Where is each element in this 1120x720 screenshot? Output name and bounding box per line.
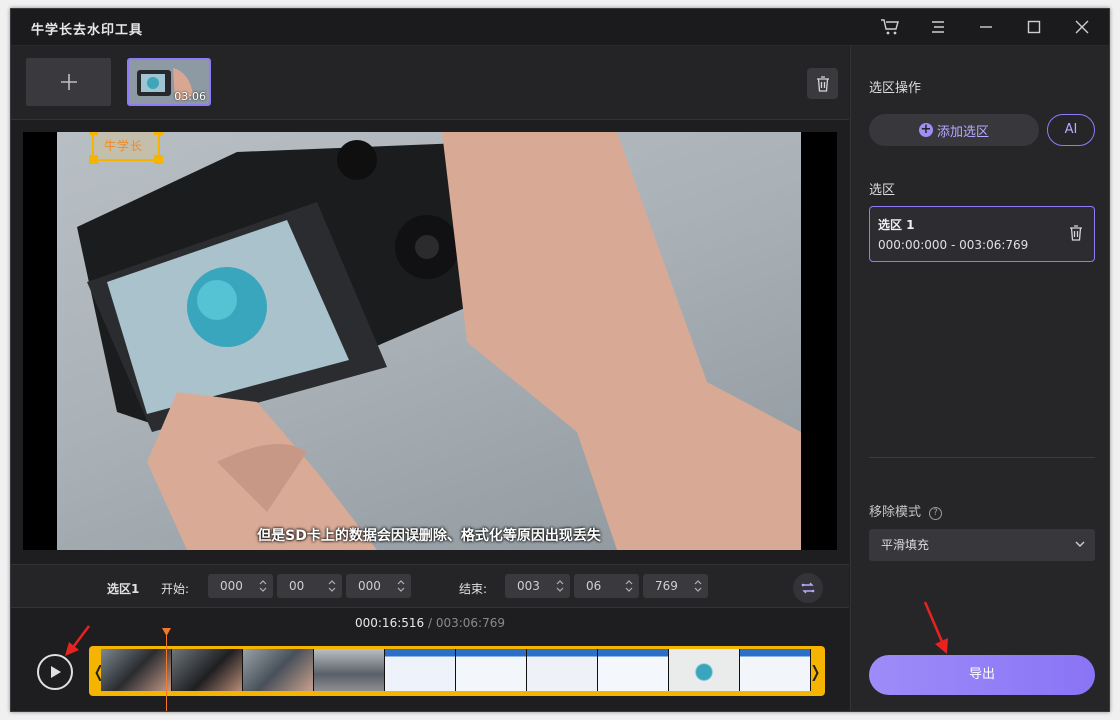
time-readout: 000:16:516 / 003:06:769 (11, 616, 849, 630)
frame-thumbnail (385, 649, 456, 691)
side-panel: 选区操作 + 添加选区 AI 选区 选区 1 000:00:000 - 003:… (850, 46, 1109, 711)
frame-thumbnail (243, 649, 314, 691)
annotation-arrow-icon (65, 625, 90, 656)
play-icon (51, 666, 61, 678)
trash-icon (816, 75, 829, 92)
spinner-arrows-icon (694, 580, 702, 592)
add-media-button[interactable] (26, 58, 111, 106)
end-minutes-value: 003 (517, 579, 540, 593)
spinner-arrows-icon (328, 580, 336, 592)
selection-item-range: 000:00:000 - 003:06:769 (878, 238, 1029, 252)
resize-handle-top-left[interactable] (89, 132, 98, 135)
resize-handle-bottom-left[interactable] (89, 155, 98, 164)
start-ms-spinner[interactable]: 000 (346, 574, 411, 598)
frame-thumbnail (456, 649, 527, 691)
removal-mode-select[interactable]: 平滑填充 (869, 529, 1095, 561)
removal-mode-label: 移除模式 (869, 505, 922, 520)
time-separator: / (424, 616, 436, 630)
frame-thumbnail (314, 649, 385, 691)
total-time: 003:06:769 (435, 616, 505, 630)
add-circle-icon: + (918, 122, 933, 137)
swap-range-button[interactable] (793, 573, 823, 603)
end-seconds-value: 06 (586, 579, 602, 593)
frame-thumbnail (172, 649, 243, 691)
start-label: 开始: (161, 582, 190, 596)
swap-icon (801, 582, 815, 594)
add-selection-button[interactable]: + 添加选区 (869, 114, 1039, 146)
start-seconds-spinner[interactable]: 00 (277, 574, 342, 598)
frame-thumbnail (669, 649, 740, 691)
end-ms-spinner[interactable]: 769 (643, 574, 708, 598)
start-minutes-value: 000 (220, 579, 243, 593)
end-minutes-spinner[interactable]: 003 (505, 574, 570, 598)
end-seconds-spinner[interactable]: 06 (574, 574, 639, 598)
add-selection-label: 添加选区 (936, 124, 989, 140)
watermark-selection-box[interactable]: 牛学长 (89, 132, 163, 164)
selection-name: 选区1 (107, 582, 140, 596)
end-label: 结束: (459, 582, 488, 596)
play-button[interactable] (37, 654, 73, 690)
resize-handle-bottom-right[interactable] (154, 155, 163, 164)
cart-icon[interactable] (876, 15, 904, 39)
removal-mode-row: 移除模式? (869, 501, 943, 520)
selection-ops-title: 选区操作 (869, 81, 922, 96)
chevron-down-icon (1075, 541, 1085, 547)
annotation-arrow-icon (923, 601, 948, 654)
playhead-handle[interactable] (162, 628, 171, 636)
delete-media-button[interactable] (807, 68, 838, 99)
selection-item-name: 选区 1 (878, 218, 915, 232)
clip-duration: 03:06 (174, 90, 206, 103)
selection-item[interactable]: 选区 1 000:00:000 - 003:06:769 (869, 206, 1095, 262)
help-icon[interactable]: ? (929, 507, 943, 520)
app-window: 牛学长去水印工具 03:06 牛学长 但是SD卡上的数据会因误删除、格式化等原因… (10, 8, 1110, 712)
minimize-icon[interactable] (972, 15, 1000, 39)
menu-icon[interactable] (924, 15, 952, 39)
close-icon[interactable] (1068, 15, 1096, 39)
frame-thumbnail (598, 649, 669, 691)
plus-icon (60, 74, 77, 90)
title-bar: 牛学长去水印工具 (11, 9, 1109, 46)
removal-mode-value: 平滑填充 (881, 538, 930, 552)
spinner-arrows-icon (625, 580, 633, 592)
video-frame: 牛学长 但是SD卡上的数据会因误删除、格式化等原因出现丢失 (57, 132, 801, 550)
trash-icon[interactable] (1068, 224, 1084, 242)
video-preview[interactable]: 牛学长 但是SD卡上的数据会因误删除、格式化等原因出现丢失 (23, 132, 837, 550)
playhead[interactable] (166, 628, 167, 711)
selection-time-row: 选区1 开始: 000 00 000 结束: 003 06 769 (11, 564, 849, 608)
spinner-arrows-icon (259, 580, 267, 592)
media-thumbnail[interactable]: 03:06 (127, 58, 211, 106)
timeline: 000:16:516 / 003:06:769 ❬ ❭ (11, 608, 849, 711)
export-button[interactable]: 导出 (869, 655, 1095, 695)
frame-thumbnail (740, 649, 811, 691)
timeline-track[interactable]: ❬ ❭ (89, 646, 825, 696)
panel-divider (869, 457, 1095, 458)
resize-handle-top-right[interactable] (154, 132, 163, 135)
start-minutes-spinner[interactable]: 000 (208, 574, 273, 598)
start-seconds-value: 00 (289, 579, 305, 593)
spinner-arrows-icon (397, 580, 405, 592)
frame-thumbnail (101, 649, 172, 691)
end-ms-value: 769 (655, 579, 678, 593)
selection-list-title: 选区 (869, 183, 896, 198)
start-ms-value: 000 (358, 579, 381, 593)
video-content (77, 132, 801, 550)
spinner-arrows-icon (556, 580, 564, 592)
media-strip: 03:06 (11, 46, 849, 120)
watermark-text: 牛学长 (104, 139, 144, 153)
maximize-icon[interactable] (1020, 15, 1048, 39)
frame-thumbnail (527, 649, 598, 691)
frame-strip (101, 649, 811, 691)
video-subtitle: 但是SD卡上的数据会因误删除、格式化等原因出现丢失 (257, 528, 601, 544)
ai-button[interactable]: AI (1047, 114, 1095, 146)
workspace: 03:06 牛学长 但是SD卡上的数据会因误删除、格式化等原因出现丢失 选区1 … (11, 46, 849, 711)
app-title: 牛学长去水印工具 (31, 23, 144, 38)
current-time: 000:16:516 (354, 616, 425, 630)
trim-handle-right[interactable]: ❭ (809, 662, 822, 681)
